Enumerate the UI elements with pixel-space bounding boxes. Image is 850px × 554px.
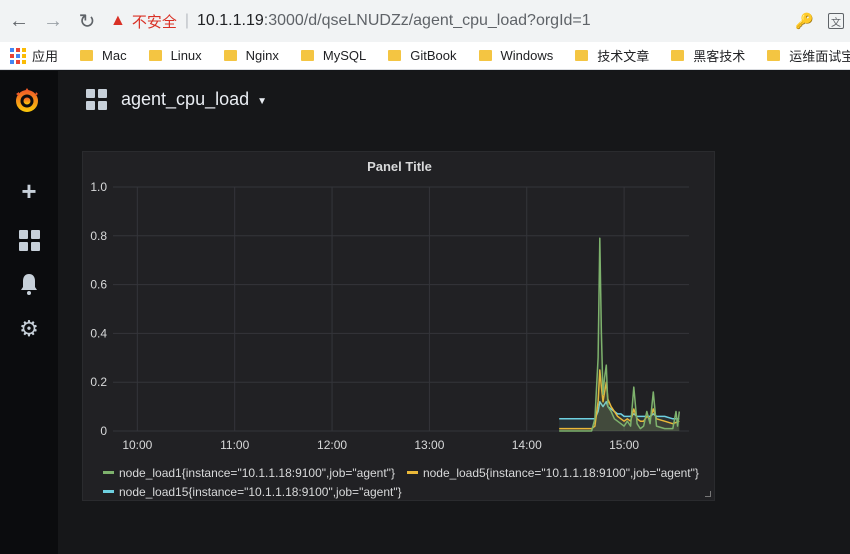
legend-swatch	[406, 471, 418, 474]
bookmark-label: 黑客技术	[693, 49, 746, 64]
translate-icon[interactable]: 文	[828, 13, 844, 29]
apps-grid-icon	[10, 47, 26, 64]
url-separator: |	[184, 12, 190, 29]
x-tick-label: 13:00	[414, 438, 444, 452]
y-tick-label: 0.8	[90, 229, 107, 243]
bookmark-apps[interactable]: 应用	[10, 46, 58, 65]
grafana-logo-icon[interactable]	[12, 85, 42, 115]
dashboard-navbar: agent_cpu_load ▼	[86, 89, 267, 110]
warning-icon: ▲	[110, 12, 126, 29]
graph-chart: 0 0.2 0.4 0.6 0.8 1.0 10:00 11:00 12:00 13:00 14:0…	[90, 180, 689, 452]
folder-icon	[223, 50, 237, 61]
legend-label: node_load15{instance="10.1.1.18:9100",jo…	[119, 484, 402, 499]
x-tick-label: 14:00	[512, 438, 542, 452]
insecure-label: 不安全	[131, 13, 177, 31]
y-tick-label: 0	[100, 424, 107, 438]
x-tick-label: 10:00	[122, 438, 152, 452]
series-line	[559, 237, 681, 432]
bookmark-item[interactable]: 黑客技术	[659, 46, 745, 65]
reload-icon[interactable]: ↻	[72, 6, 102, 36]
legend-swatch	[103, 471, 114, 474]
bookmark-label: Linux	[170, 48, 202, 63]
configuration-gear-icon[interactable]: ⚙	[17, 316, 41, 341]
legend-item-load1[interactable]: node_load1{instance="10.1.1.18:9100",job…	[103, 466, 395, 480]
dashboard-grid-icon[interactable]	[86, 89, 107, 110]
legend-label: node_load5{instance="10.1.1.18:9100",job…	[422, 465, 699, 480]
y-tick-label: 0.2	[90, 375, 107, 389]
x-tick-label: 15:00	[609, 438, 639, 452]
bookmark-item[interactable]: 运维面试宝典	[755, 46, 850, 65]
forward-arrow-icon[interactable]: →	[38, 6, 68, 36]
graph-legend: node_load1{instance="10.1.1.18:9100",job…	[103, 463, 703, 501]
folder-icon	[388, 50, 402, 61]
bookmark-label: Nginx	[245, 48, 279, 63]
legend-item-load15[interactable]: node_load15{instance="10.1.1.18:9100",jo…	[103, 485, 402, 499]
legend-label: node_load1{instance="10.1.1.18:9100",job…	[119, 465, 395, 480]
dashboards-icon[interactable]	[17, 228, 41, 252]
bookmark-label: Mac	[102, 48, 127, 63]
side-menu: + ⚙	[0, 71, 58, 554]
graph-panel: 0 0.2 0.4 0.6 0.8 1.0 10:00 11:00 12:00 13:00 14:0…	[82, 151, 715, 501]
series-area	[559, 238, 680, 431]
url-path: :3000/d/qseLNUDZz/agent_cpu_load?orgId=1	[263, 12, 591, 29]
folder-icon	[671, 50, 685, 61]
panel-resize-handle[interactable]	[705, 491, 711, 497]
alerting-bell-icon[interactable]	[17, 272, 41, 296]
bookmark-label: GitBook	[410, 48, 457, 63]
back-arrow-icon[interactable]: ←	[4, 6, 34, 36]
bookmark-item[interactable]: GitBook	[376, 48, 457, 63]
y-tick-label: 0.6	[90, 278, 107, 292]
folder-icon	[300, 50, 314, 61]
browser-toolbar: ← → ↻ ▲ 不安全 | 10.1.1.19:3000/d/qseLNUDZz…	[0, 0, 850, 42]
folder-icon	[478, 50, 492, 61]
legend-swatch	[103, 490, 114, 493]
bookmark-item[interactable]: Nginx	[212, 48, 279, 63]
x-tick-label: 11:00	[220, 438, 249, 452]
bookmark-label: Windows	[500, 48, 554, 63]
address-bar[interactable]: ▲ 不安全 | 10.1.1.19:3000/d/qseLNUDZz/agent…	[110, 6, 795, 36]
key-icon[interactable]: 🔑	[795, 12, 814, 30]
folder-icon	[767, 50, 781, 61]
bookmark-item[interactable]: Windows	[467, 48, 554, 63]
bookmarks-bar: 应用 Mac Linux Nginx MySQL GitBook Windows…	[0, 42, 850, 70]
dashboard-title[interactable]: agent_cpu_load	[121, 89, 249, 110]
folder-icon	[148, 50, 162, 61]
bookmark-item[interactable]: 技术文章	[563, 46, 649, 65]
x-tick-label: 12:00	[317, 438, 347, 452]
grafana-app: + ⚙ agent_cpu_load ▼ 0 0.2 0.4 0.6 0.8 1.0 10:…	[0, 71, 850, 554]
bookmark-apps-label: 应用	[32, 49, 59, 64]
bookmark-label: 运维面试宝典	[789, 49, 850, 64]
bookmark-item[interactable]: MySQL	[289, 48, 366, 63]
y-tick-label: 0.4	[90, 326, 107, 340]
bookmark-label: 技术文章	[597, 49, 650, 64]
legend-item-load5[interactable]: node_load5{instance="10.1.1.18:9100",job…	[406, 465, 699, 480]
create-plus-icon[interactable]: +	[17, 176, 41, 206]
caret-down-icon[interactable]: ▼	[257, 96, 267, 107]
bookmark-item[interactable]: Linux	[137, 48, 202, 63]
folder-icon	[575, 50, 589, 61]
url-host: 10.1.1.19	[197, 12, 264, 29]
folder-icon	[80, 50, 94, 61]
bookmark-item[interactable]: Mac	[68, 48, 127, 63]
bookmark-label: MySQL	[322, 48, 367, 63]
y-tick-label: 1.0	[90, 180, 107, 194]
panel-title[interactable]: Panel Title	[83, 159, 716, 174]
